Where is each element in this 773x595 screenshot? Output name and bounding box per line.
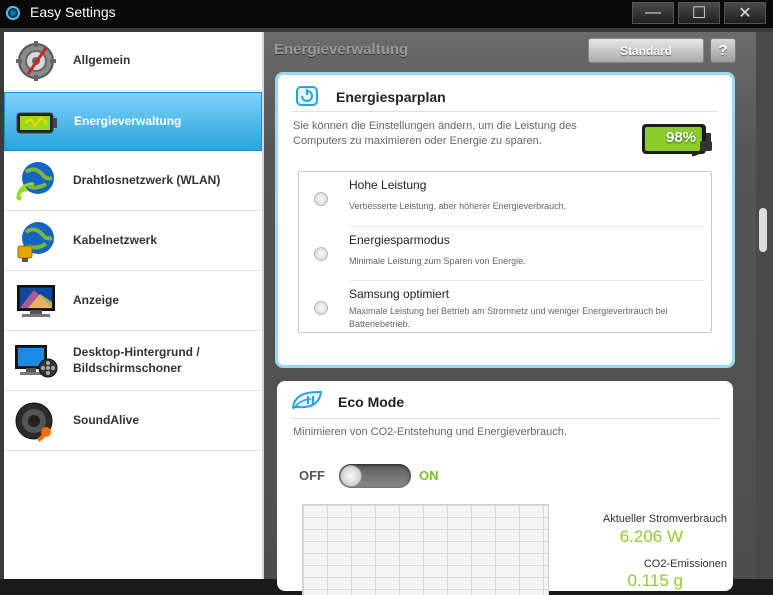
power-plan-desc-line1: Sie können die Einstellungen ändern, um …: [293, 120, 577, 132]
wifi-globe-icon: [16, 162, 54, 201]
option-title: Energiesparmodus: [349, 233, 450, 247]
sidebar-item-allgemein[interactable]: Allgemein: [4, 32, 262, 91]
eco-mode-toggle[interactable]: [339, 464, 411, 488]
sidebar-item-anzeige[interactable]: Anzeige: [4, 272, 262, 331]
radio-button[interactable]: [314, 192, 328, 206]
option-title: Hohe Leistung: [349, 178, 427, 192]
divider: [292, 111, 718, 112]
sidebar-item-label: Kabelnetzwerk: [73, 233, 158, 247]
help-button[interactable]: ?: [710, 38, 736, 63]
sidebar-item-label-line1: Desktop-Hintergrund /: [73, 345, 200, 359]
power-usage-label: Aktueller Stromverbrauch: [602, 513, 727, 525]
app-icon: [6, 6, 20, 20]
gear-icon: [16, 41, 56, 81]
co2-value: 0.115 g: [627, 571, 683, 590]
sidebar-item-label: Energieverwaltung: [74, 114, 182, 128]
toggle-on-label: ON: [419, 468, 439, 483]
sidebar-item-desktop-hintergrund[interactable]: Desktop-Hintergrund / Bildschirmschoner: [4, 332, 262, 391]
main-panel: Energieverwaltung Standard ? Energiespar…: [264, 32, 756, 595]
ethernet-globe-icon: [17, 222, 54, 262]
power-usage-chart: [302, 504, 549, 595]
window-title: Easy Settings: [30, 4, 116, 20]
option-hohe-leistung[interactable]: Hohe Leistung Verbesserte Leistung, aber…: [299, 172, 711, 226]
sidebar-item-label: Drahtlosnetzwerk (WLAN): [73, 173, 221, 187]
page-title: Energieverwaltung: [274, 41, 409, 58]
sidebar-item-label: Anzeige: [73, 293, 120, 307]
standard-button[interactable]: Standard: [588, 38, 704, 63]
power-plan-options: Hohe Leistung Verbesserte Leistung, aber…: [298, 171, 712, 333]
toggle-knob[interactable]: [340, 465, 362, 487]
desktop-film-icon: [15, 345, 58, 378]
scrollbar-thumb[interactable]: [759, 208, 767, 252]
sidebar-item-label: SoundAlive: [73, 413, 140, 427]
option-desc: Verbesserte Leistung, aber höherer Energ…: [349, 201, 567, 211]
battery-icon: [16, 112, 57, 134]
radio-button[interactable]: [314, 301, 328, 315]
sidebar-item-soundalive[interactable]: SoundAlive: [4, 392, 262, 451]
radio-button[interactable]: [314, 247, 328, 261]
battery-indicator: 98%: [640, 121, 718, 161]
sidebar-item-kabelnetzwerk[interactable]: Kabelnetzwerk: [4, 212, 262, 271]
battery-percent: 98%: [666, 129, 697, 146]
eco-mode-desc: Minimieren von CO2-Entstehung und Energi…: [293, 426, 567, 438]
sidebar: Allgemein Energieverwaltung Drahtlosnetz…: [4, 32, 262, 579]
option-samsung-optimiert[interactable]: Samsung optimiert Maximale Leistung bei …: [299, 281, 711, 335]
scrollbar[interactable]: [756, 32, 773, 579]
option-title: Samsung optimiert: [349, 287, 450, 301]
sidebar-item-label-line2: Bildschirmschoner: [73, 361, 182, 375]
sidebar-item-label: Allgemein: [73, 53, 131, 67]
maximize-button[interactable]: ☐: [678, 2, 720, 24]
option-desc: Maximale Leistung bei Betrieb am Stromne…: [349, 306, 668, 329]
speaker-icon: [15, 402, 53, 442]
power-plan-icon: [296, 86, 318, 106]
minimize-button[interactable]: —: [632, 2, 674, 24]
sidebar-item-energieverwaltung[interactable]: Energieverwaltung: [4, 92, 262, 151]
divider: [291, 418, 719, 419]
power-plan-card: Energiesparplan Sie können die Einstellu…: [275, 72, 735, 368]
eco-leaf-icon: [291, 390, 323, 410]
power-usage-value: 6.206 W: [619, 527, 683, 546]
monitor-icon: [17, 285, 55, 317]
power-plan-desc-line2: Computers zu maximieren oder Energie zu …: [293, 135, 542, 147]
option-energiesparmodus[interactable]: Energiesparmodus Minimale Leistung zum S…: [299, 227, 711, 281]
title-bar: Easy Settings — ☐ ✕: [0, 0, 773, 28]
power-plan-title: Energiesparplan: [336, 89, 446, 105]
toggle-off-label: OFF: [299, 468, 325, 483]
eco-mode-card: Eco Mode Minimieren von CO2-Entstehung u…: [277, 381, 733, 595]
option-desc: Minimale Leistung zum Sparen von Energie…: [349, 256, 526, 266]
close-button[interactable]: ✕: [724, 2, 766, 24]
eco-mode-title: Eco Mode: [338, 394, 405, 410]
co2-label: CO2-Emissionen: [643, 558, 727, 570]
sidebar-item-wlan[interactable]: Drahtlosnetzwerk (WLAN): [4, 152, 262, 211]
